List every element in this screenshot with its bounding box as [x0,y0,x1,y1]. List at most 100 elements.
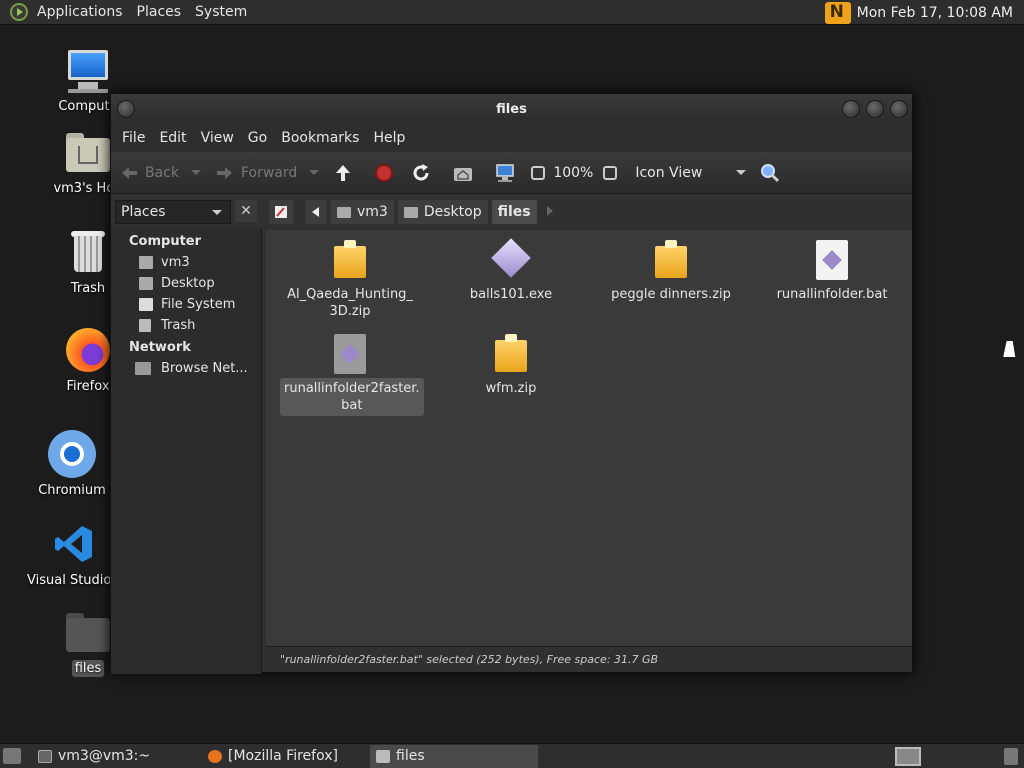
zip-archive-icon [332,240,368,280]
task-files[interactable]: files [370,745,538,768]
desktop-icon-label: files [71,660,105,677]
menu-file[interactable]: File [115,130,152,146]
file-icon-view[interactable]: Al_Qaeda_Hunting_ 3D.zip balls101.exe pe… [266,230,912,646]
terminal-icon [38,750,52,763]
task-terminal[interactable]: vm3@vm3:~ [32,745,202,768]
panel-tray: Mon Feb 17, 10:08 AM [824,0,1024,25]
sidebar-item-desktop[interactable]: Desktop [111,273,261,294]
home-button[interactable] [453,163,479,183]
folder-icon [376,750,390,763]
home-icon [454,167,473,181]
menu-edit[interactable]: Edit [152,130,193,146]
home-folder-icon [64,128,112,176]
file-item[interactable]: wfm.zip [441,334,581,399]
file-item-selected[interactable]: runallinfolder2faster. bat [280,334,424,416]
desktop-icon-label: Firefox [66,379,110,394]
places-select[interactable]: Places [115,200,231,224]
back-label: Back [145,164,179,181]
menu-go[interactable]: Go [241,130,274,146]
folder-icon [403,206,418,218]
edit-location-button[interactable] [269,200,293,224]
back-button[interactable]: Back [119,163,201,183]
close-button[interactable] [890,100,908,118]
places-select-label: Places [121,204,166,220]
desktop-icon-chromium[interactable]: Chromium [22,430,122,499]
mouse-cursor-icon [1003,341,1019,357]
sidebar-item-browse-network[interactable]: Browse Net... [111,358,261,379]
script-file-icon [814,240,850,280]
breadcrumb-vm3[interactable]: vm3 [331,200,394,224]
breadcrumb-right-arrow[interactable] [546,205,553,220]
breadcrumb-label: files [497,204,531,220]
chevron-down-icon [736,170,747,175]
file-manager-window: files File Edit View Go Bookmarks Help B… [110,93,913,674]
sidebar-heading-network: Network [129,340,191,355]
menu-bookmarks[interactable]: Bookmarks [274,130,366,146]
pencil-icon [275,206,287,218]
sidebar-item-trash[interactable]: Trash [111,315,261,336]
sidebar-item-label: Trash [161,318,196,333]
trash-icon [139,319,151,332]
maximize-button[interactable] [866,100,884,118]
breadcrumb-desktop[interactable]: Desktop [397,200,488,224]
menu-places[interactable]: Places [130,0,189,25]
clock[interactable]: Mon Feb 17, 10:08 AM [857,5,1024,21]
forward-label: Forward [241,164,298,181]
menu-system[interactable]: System [188,0,254,25]
applications-logo-icon[interactable] [10,3,28,21]
task-label: vm3@vm3:~ [58,748,151,764]
view-mode-select[interactable]: Icon View [635,165,747,181]
drive-icon [139,298,153,311]
menu-help[interactable]: Help [366,130,412,146]
sidebar-item-file-system[interactable]: File System [111,294,261,315]
back-arrow-icon [122,166,137,179]
forward-button[interactable]: Forward [215,163,320,183]
chevron-right-icon [546,205,553,216]
vscode-icon [50,520,98,568]
bottom-taskbar: vm3@vm3:~ [Mozilla Firefox] files [0,743,1024,768]
breadcrumb-files[interactable]: files [491,200,537,224]
file-name: runallinfolder.bat [776,287,888,302]
breadcrumb-left-arrow[interactable] [305,200,327,224]
back-dropdown-icon[interactable] [191,170,201,175]
workspace-switcher[interactable] [895,747,921,766]
zoom-out-icon[interactable] [531,165,546,180]
zip-archive-icon [493,334,529,374]
breadcrumb: vm3 Desktop files [269,199,553,225]
sidebar-item-vm3[interactable]: vm3 [111,252,261,273]
close-sidebar-icon[interactable]: ✕ [235,200,257,222]
search-button[interactable] [760,163,786,183]
sidebar-heading-computer: Computer [129,234,202,249]
reload-button[interactable] [411,163,437,183]
location-row: Places ✕ vm3 Desktop files [111,194,912,228]
computer-button[interactable] [495,163,521,183]
minimize-button[interactable] [842,100,860,118]
zoom-in-icon[interactable] [603,165,618,180]
show-desktop-icon[interactable] [3,748,21,764]
breadcrumb-label: vm3 [357,204,388,220]
home-folder-icon [139,256,153,269]
window-title: files [496,102,527,117]
menu-view[interactable]: View [194,130,241,146]
menu-applications[interactable]: Applications [30,0,130,25]
file-item[interactable]: runallinfolder.bat [762,240,902,305]
computer-icon [64,46,112,94]
task-firefox[interactable]: [Mozilla Firefox] [202,745,370,768]
zoom-level[interactable]: 100% [553,165,593,181]
up-arrow-icon [336,164,351,181]
trash-applet-icon[interactable] [1004,748,1018,765]
up-button[interactable] [333,163,359,183]
network-icon [135,362,151,375]
stop-button[interactable] [375,163,394,182]
search-icon [761,163,780,182]
desktop-icon-vscode[interactable]: Visual Studio Co [24,520,133,589]
top-panel: Applications Places System Mon Feb 17, 1… [0,0,1024,25]
sidebar-item-label: Desktop [161,276,215,291]
file-item[interactable]: peggle dinners.zip [601,240,741,305]
file-item[interactable]: Al_Qaeda_Hunting_ 3D.zip [280,240,420,322]
file-name: wfm.zip [485,381,537,396]
notifier-icon[interactable] [824,1,851,24]
forward-dropdown-icon[interactable] [309,170,320,175]
file-item[interactable]: balls101.exe [441,238,581,305]
window-titlebar[interactable]: files [111,94,912,124]
